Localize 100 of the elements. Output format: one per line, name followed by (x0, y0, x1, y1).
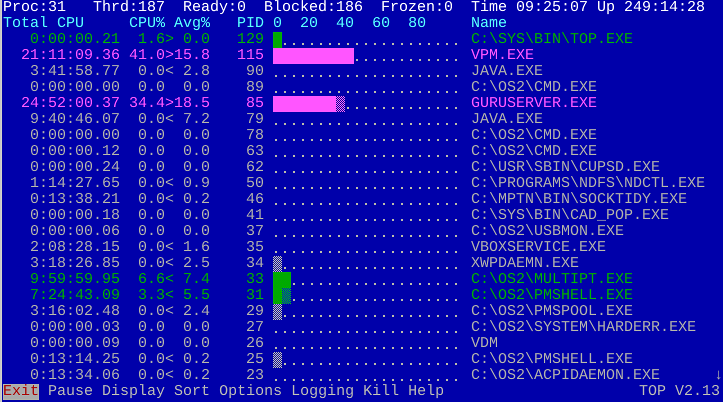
menu-item[interactable]: Help (408, 384, 444, 400)
pid-cell: 37 (246, 224, 264, 240)
cpu-time-cell: 3:16:02.48 (30, 304, 120, 320)
cpu-percent-cell: 0.0 (138, 160, 166, 176)
trend-indicator: < (165, 64, 174, 80)
process-name-cell: C:\SYS\BIN\CAD_POP.EXE (471, 208, 670, 224)
menu-item[interactable]: Kill (363, 384, 400, 400)
cpu-time-cell: 0:00:00.09 (30, 336, 120, 352)
status-text: Frozen:0 (381, 0, 454, 16)
pid-cell: 46 (246, 192, 264, 208)
process-name-cell: C:\OS2\SYSTEM\HARDERR.EXE (471, 320, 696, 336)
trend-indicator: < (165, 368, 174, 384)
cpu-percent-cell: 6.6 (138, 272, 166, 288)
process-name-cell: C:\SYS\BIN\TOP.EXE (471, 32, 634, 48)
pid-cell: 115 (237, 48, 264, 64)
process-name-cell: XWPDAEMN.EXE (471, 256, 580, 272)
cpu-percent-cell: 41.0 (129, 48, 166, 64)
average-cell: 0.2 (183, 192, 210, 208)
scale-tick-label: 0 (273, 16, 282, 32)
cpu-percent-cell: 0.0 (138, 208, 166, 224)
menu-item[interactable]: Logging (291, 384, 354, 400)
cpu-time-cell: 1:14:27.65 (30, 176, 120, 192)
status-text: Up 249:14:28 (597, 0, 706, 16)
pid-cell: 29 (246, 304, 264, 320)
cpu-time-cell: 9:40:46.07 (30, 112, 120, 128)
trend-indicator: < (165, 352, 174, 368)
cpu-time-cell: 24:52:00.37 (20, 96, 120, 112)
cpu-percent-cell: 0.0 (138, 336, 166, 352)
cpu-time-cell: 3:41:58.77 (30, 64, 120, 80)
pid-cell: 33 (246, 272, 264, 288)
process-name-cell: C:\OS2\CMD.EXE (471, 80, 598, 96)
pid-cell: 31 (246, 288, 264, 304)
cpu-time-cell: 0:00:00.03 (30, 320, 120, 336)
process-name-cell: GURUSERVER.EXE (471, 96, 598, 112)
cpu-time-cell: 0:00:00.21 (30, 32, 120, 48)
average-cell: 0.2 (183, 368, 210, 384)
cpu-time-cell: 0:13:38.21 (30, 192, 120, 208)
cpu-time-cell: 7:24:43.09 (30, 288, 120, 304)
cpu-percent-cell: 0.0 (138, 64, 166, 80)
cpu-percent-cell: 0.0 (138, 304, 166, 320)
average-cell: 0.0 (183, 128, 210, 144)
average-cell: 0.0 (183, 320, 210, 336)
cpu-percent-cell: 0.0 (138, 80, 166, 96)
process-name-cell: C:\OS2\CMD.EXE (471, 128, 598, 144)
cpu-time-cell: 0:00:00.18 (30, 208, 120, 224)
scroll-down-indicator: ↓ (714, 368, 723, 384)
column-header: Name (471, 16, 508, 32)
pid-cell: 34 (246, 256, 264, 272)
average-cell: 0.9 (183, 176, 210, 192)
average-cell: 5.5 (183, 288, 210, 304)
pid-cell: 25 (246, 352, 264, 368)
process-name-cell: C:\OS2\USBMON.EXE (471, 224, 624, 240)
cpu-time-cell: 0:00:00.00 (30, 80, 120, 96)
process-name-cell: C:\OS2\PMSHELL.EXE (471, 352, 634, 368)
process-name-cell: C:\OS2\PMSPOOL.EXE (471, 304, 634, 320)
pid-cell: 27 (246, 320, 264, 336)
trend-indicator: > (165, 48, 174, 64)
average-cell: 15.8 (174, 48, 210, 64)
cpu-time-cell: 0:13:14.25 (30, 352, 120, 368)
cpu-time-cell: 21:11:09.36 (20, 48, 120, 64)
scale-tick-label: 20 (300, 16, 318, 32)
column-header: CPU% (129, 16, 166, 32)
menu-item[interactable]: Exit (3, 384, 40, 400)
average-cell: 0.2 (183, 352, 210, 368)
trend-indicator: < (165, 176, 174, 192)
average-cell: 7.4 (183, 272, 210, 288)
trend-indicator: < (165, 272, 174, 288)
average-cell: 2.8 (183, 64, 210, 80)
column-header: Avg% (174, 16, 210, 32)
scale-tick-label: 40 (336, 16, 354, 32)
column-header: Total CPU (3, 16, 84, 32)
cpu-percent-cell: 1.6 (138, 32, 166, 48)
cpu-percent-cell: 0.0 (138, 112, 166, 128)
cpu-time-cell: 0:13:34.06 (30, 368, 120, 384)
status-text: Ready:0 (183, 0, 246, 16)
average-cell: 0.0 (183, 160, 210, 176)
menu-item[interactable]: Sort (174, 384, 210, 400)
menu-item[interactable]: Options (219, 384, 282, 400)
status-text: Proc:31 (3, 0, 66, 16)
menu-item[interactable]: Pause (48, 384, 94, 400)
average-cell: 0.0 (183, 336, 210, 352)
process-name-cell: C:\USR\SBIN\CUPSD.EXE (471, 160, 660, 176)
status-text: Thrd:187 (93, 0, 166, 16)
cpu-percent-cell: 0.0 (138, 224, 166, 240)
pid-cell: 90 (246, 64, 264, 80)
average-cell: 7.2 (183, 112, 210, 128)
process-name-cell: C:\MPTN\BIN\SOCKTIDY.EXE (471, 192, 688, 208)
cpu-percent-cell: 0.0 (138, 256, 166, 272)
trend-indicator: < (165, 192, 174, 208)
pid-cell: 41 (246, 208, 264, 224)
menu-item[interactable]: Display (102, 384, 166, 400)
pid-cell: 35 (246, 240, 264, 256)
cpu-time-cell: 9:59:59.95 (30, 272, 120, 288)
cpu-time-cell: 0:00:00.12 (30, 144, 120, 160)
cpu-percent-cell: 3.3 (138, 288, 166, 304)
pid-cell: 26 (246, 336, 264, 352)
cpu-time-cell: 2:08:28.15 (30, 240, 120, 256)
average-cell: 2.5 (183, 256, 210, 272)
process-name-cell: VBOXSERVICE.EXE (471, 240, 606, 256)
process-name-cell: JAVA.EXE (471, 112, 544, 128)
